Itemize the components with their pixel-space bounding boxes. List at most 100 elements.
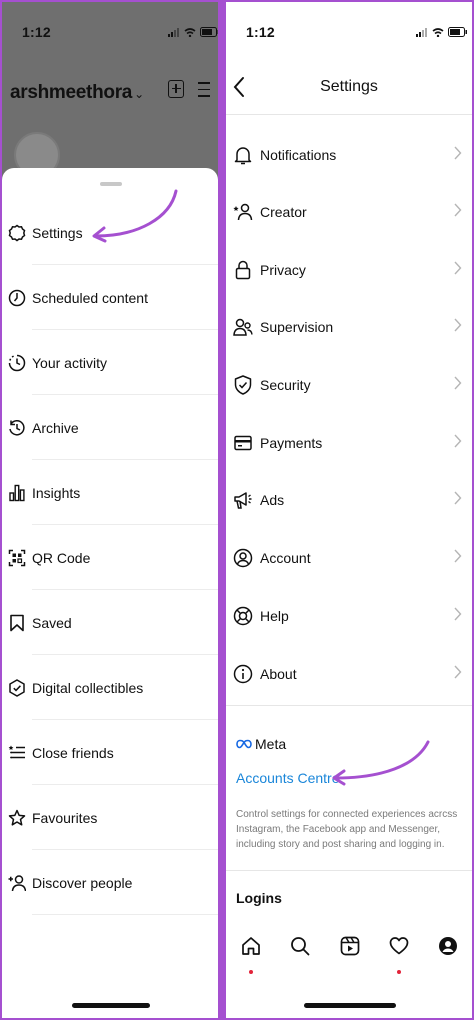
heart-icon[interactable] [389, 936, 409, 956]
settings-item-security[interactable]: Security [226, 356, 472, 414]
menu-item-your-activity[interactable]: Your activity [2, 330, 218, 395]
archive-icon [2, 419, 32, 437]
menu-item-settings[interactable]: Settings [2, 200, 218, 265]
status-bar-time: 1:12 [22, 24, 51, 40]
settings-item-ads[interactable]: Ads [226, 471, 472, 529]
status-bar-time: 1:12 [246, 24, 275, 40]
clock-icon [2, 289, 32, 307]
battery-icon [448, 27, 467, 37]
status-bar-icons [168, 27, 218, 37]
home-notification-dot [249, 970, 253, 974]
battery-icon [200, 27, 218, 37]
info-icon [226, 664, 260, 684]
bottom-tab-bar [226, 920, 472, 980]
menu-item-digital-collectibles[interactable]: Digital collectibles [2, 655, 218, 720]
username-text: arshmeethora [10, 82, 133, 103]
section-divider [226, 870, 472, 871]
settings-item-label: Security [260, 377, 311, 393]
card-icon [226, 435, 260, 451]
hamburger-menu-icon[interactable] [198, 82, 210, 102]
creator-icon [226, 203, 260, 221]
settings-item-creator[interactable]: Creator [226, 183, 472, 241]
menu-item-label: Scheduled content [32, 289, 148, 306]
supervision-icon [226, 318, 260, 336]
menu-item-label: Archive [32, 419, 79, 436]
menu-item-label: Favourites [32, 809, 98, 826]
meta-label: Meta [255, 736, 287, 752]
settings-item-notifications[interactable]: Notifications [226, 126, 472, 184]
menu-item-close-friends[interactable]: Close friends [2, 720, 218, 785]
menu-item-label: Close friends [32, 744, 114, 761]
settings-item-label: About [260, 666, 297, 682]
home-indicator [304, 1003, 396, 1008]
logins-heading: Logins [236, 890, 282, 906]
insights-bar-chart-icon [2, 484, 32, 502]
menu-item-label: Insights [32, 484, 81, 501]
right-phone-screen: 1:12 Settings Notifications Creator Priv… [226, 2, 472, 1018]
reels-icon[interactable] [340, 936, 360, 956]
header-divider [226, 114, 472, 115]
shield-check-icon [226, 375, 260, 395]
chevron-right-icon [454, 146, 462, 160]
chevron-right-icon [454, 203, 462, 217]
settings-item-label: Help [260, 608, 289, 624]
settings-item-about[interactable]: About [226, 645, 472, 703]
close-friends-list-icon [2, 744, 32, 762]
annotation-arrow [332, 740, 430, 786]
home-indicator [72, 1003, 150, 1008]
signal-icon [416, 27, 427, 37]
accounts-centre-link[interactable]: Accounts Centre [236, 770, 340, 786]
menu-item-label: Settings [32, 224, 83, 241]
chevron-right-icon [454, 549, 462, 563]
account-circle-icon [226, 548, 260, 568]
menu-bottom-sheet: Settings Scheduled content Your activity… [2, 168, 218, 1018]
lifebuoy-icon [226, 606, 260, 626]
bell-icon [226, 145, 260, 165]
accounts-centre-description: Control settings for connected experienc… [236, 809, 458, 850]
menu-item-label: Saved [32, 614, 72, 631]
settings-item-label: Ads [260, 492, 285, 508]
chevron-right-icon [454, 665, 462, 679]
menu-item-label: Discover people [32, 874, 133, 891]
profile-background-dimmed: 1:12 arshmeethora ⌄ [2, 2, 218, 192]
profile-username[interactable]: arshmeethora ⌄ [10, 82, 144, 104]
chevron-right-icon [454, 491, 462, 505]
lock-icon [226, 260, 260, 280]
settings-item-label: Creator [260, 204, 307, 220]
left-phone-screen: 1:12 arshmeethora ⌄ Settings Scheduled co… [2, 2, 218, 1018]
create-plus-icon[interactable] [168, 80, 184, 98]
sheet-drag-handle[interactable] [100, 182, 122, 186]
section-divider [226, 705, 472, 706]
menu-item-archive[interactable]: Archive [2, 395, 218, 460]
settings-gear-icon [2, 224, 32, 242]
signal-icon [168, 27, 179, 37]
chevron-right-icon [454, 261, 462, 275]
settings-item-privacy[interactable]: Privacy [226, 241, 472, 299]
menu-item-qr-code[interactable]: QR Code [2, 525, 218, 590]
profile-avatar-icon[interactable] [438, 936, 458, 956]
chevron-right-icon [454, 376, 462, 390]
menu-item-saved[interactable]: Saved [2, 590, 218, 655]
collectibles-shield-icon [2, 678, 32, 697]
settings-item-account[interactable]: Account [226, 529, 472, 587]
menu-item-favourites[interactable]: Favourites [2, 785, 218, 850]
home-icon[interactable] [241, 936, 261, 956]
chevron-down-icon: ⌄ [134, 87, 144, 101]
menu-item-label: Your activity [32, 354, 107, 371]
search-icon[interactable] [290, 936, 310, 956]
settings-item-label: Payments [260, 435, 323, 451]
star-icon [2, 809, 32, 827]
settings-item-supervision[interactable]: Supervision [226, 298, 472, 356]
menu-item-label: QR Code [32, 549, 91, 566]
qr-code-icon [2, 549, 32, 567]
menu-item-insights[interactable]: Insights [2, 460, 218, 525]
settings-item-payments[interactable]: Payments [226, 414, 472, 472]
settings-item-help[interactable]: Help [226, 587, 472, 645]
menu-item-scheduled-content[interactable]: Scheduled content [2, 265, 218, 330]
settings-item-label: Privacy [260, 262, 306, 278]
settings-item-label: Notifications [260, 147, 337, 163]
add-person-icon [2, 874, 32, 892]
menu-item-label: Digital collectibles [32, 679, 144, 696]
settings-item-label: Supervision [260, 319, 334, 335]
menu-item-discover-people[interactable]: Discover people [2, 850, 218, 915]
